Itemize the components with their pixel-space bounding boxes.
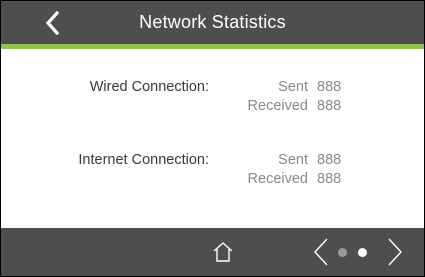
wired-sent-label: Sent xyxy=(278,79,308,95)
home-icon xyxy=(213,242,233,262)
wired-received-value: 888 xyxy=(317,98,342,114)
home-button[interactable] xyxy=(206,236,240,268)
header-bar: Network Statistics xyxy=(1,1,424,49)
footer-bar xyxy=(1,228,424,276)
wired-received-label: Received xyxy=(247,98,308,114)
device-screen: Network Statistics Wired Connection: Sen… xyxy=(0,0,425,277)
next-page-button[interactable] xyxy=(383,235,407,269)
internet-connection-label: Internet Connection: xyxy=(78,152,209,168)
internet-received-value: 888 xyxy=(317,171,342,187)
wired-sent-value: 888 xyxy=(317,79,342,95)
previous-page-button[interactable] xyxy=(309,235,333,269)
statistics-panel: Wired Connection: Sent 888 Received 888 … xyxy=(1,49,424,228)
chevron-left-icon xyxy=(314,238,328,266)
internet-received-label: Received xyxy=(247,171,308,187)
page-indicator-dot-1 xyxy=(338,248,347,257)
page-indicator-dot-2 xyxy=(358,248,367,257)
page-title: Network Statistics xyxy=(139,12,286,32)
chevron-right-icon xyxy=(388,238,402,266)
wired-connection-label: Wired Connection: xyxy=(89,79,209,95)
internet-sent-value: 888 xyxy=(317,152,342,168)
internet-sent-label: Sent xyxy=(278,152,308,168)
